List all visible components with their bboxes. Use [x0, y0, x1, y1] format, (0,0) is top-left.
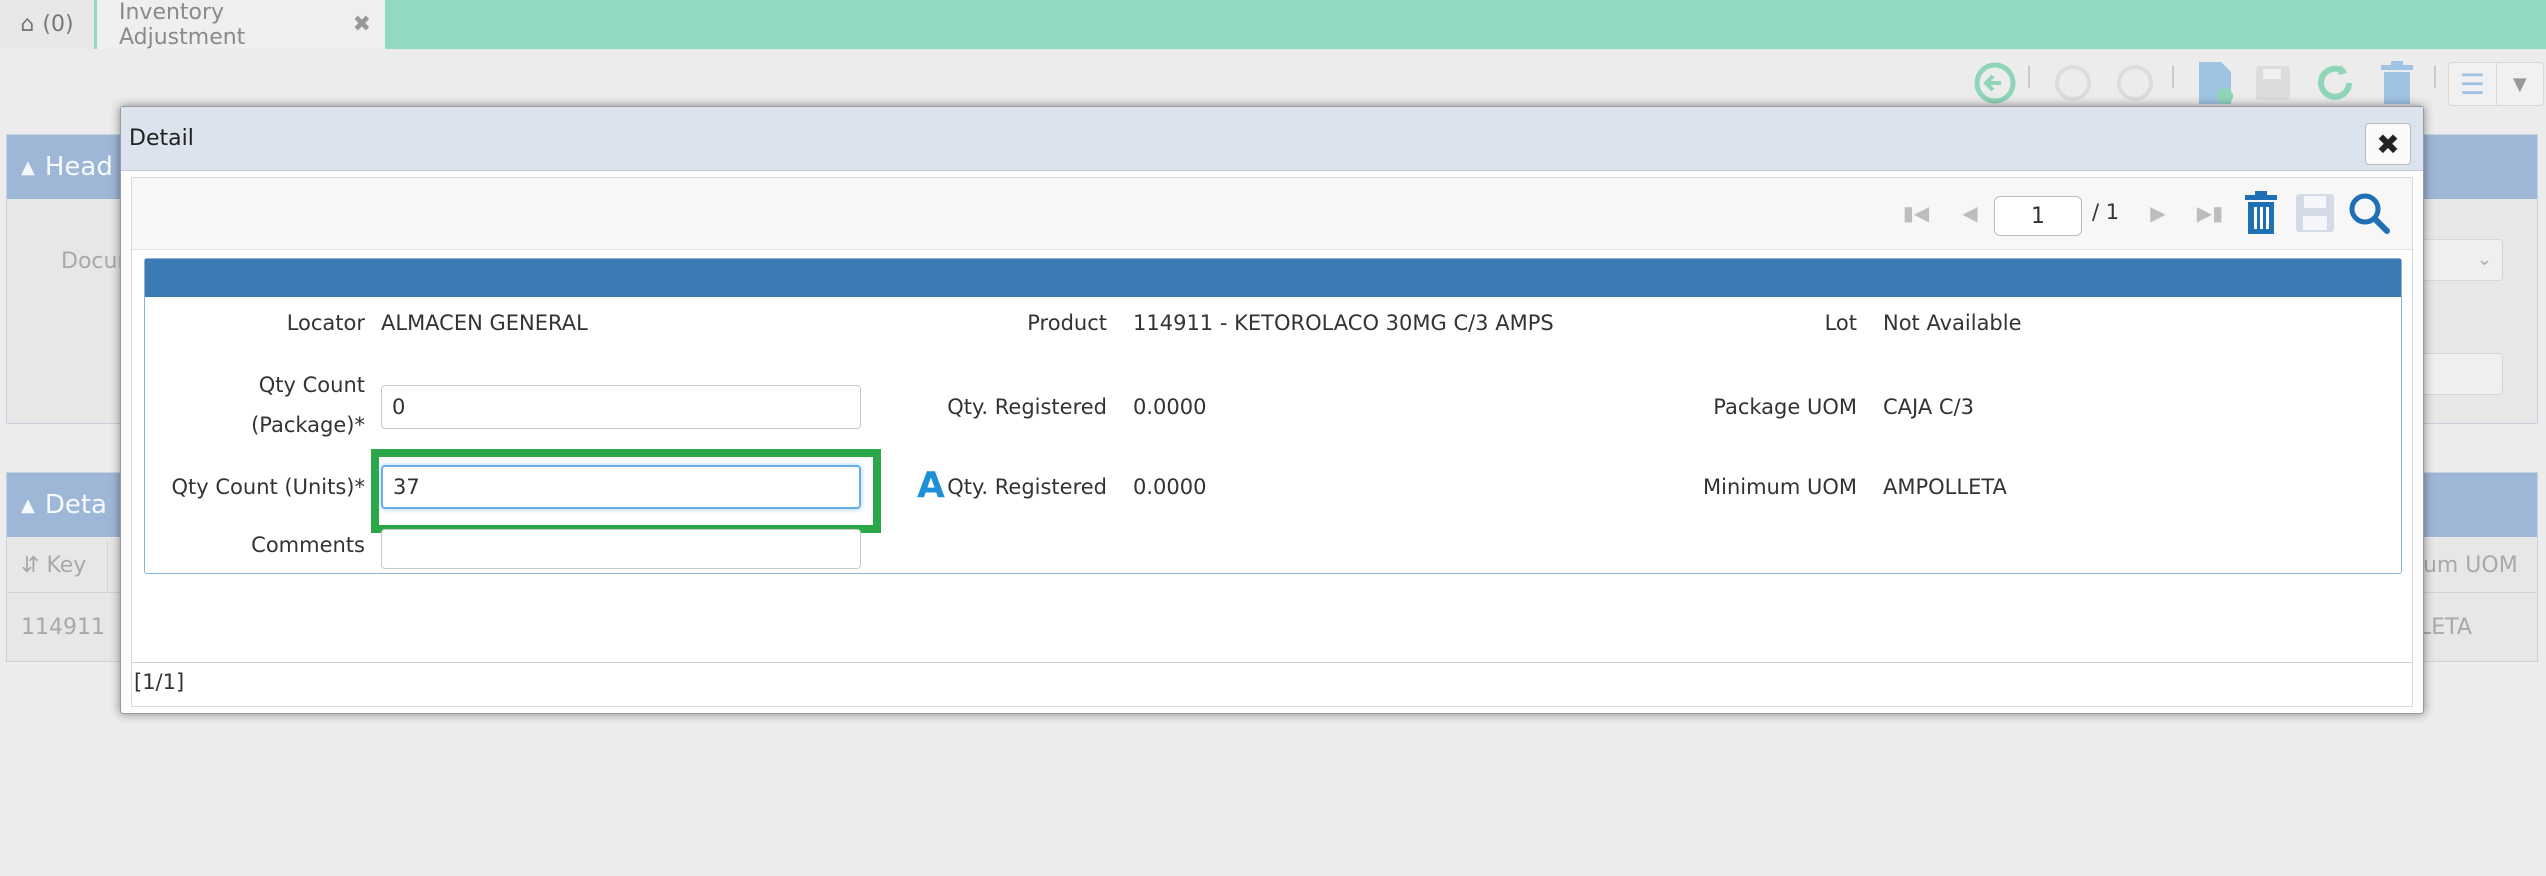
locator-value: ALMACEN GENERAL: [381, 311, 588, 335]
column-divider: [107, 541, 108, 593]
tab-inventory-adjustment[interactable]: Inventory Adjustment ✖: [97, 0, 385, 50]
record-count: [1/1]: [134, 670, 185, 694]
qty-count-units-input[interactable]: [381, 465, 861, 509]
detail-panel-title: Deta: [44, 490, 107, 520]
list-menu-dropdown[interactable]: ☰ ▼: [2448, 62, 2544, 106]
toolbar-separator: [2172, 66, 2174, 88]
qty-registered-label-1: Qty. Registered: [947, 395, 1107, 419]
qty-count-package-label-line1: Qty Count: [258, 373, 365, 397]
lot-value: Not Available: [1883, 311, 2022, 335]
detail-form: Locator ALMACEN GENERAL Product 114911 -…: [144, 258, 2402, 574]
tab-title: Inventory Adjustment: [119, 0, 246, 50]
toolbar-separator: [2028, 66, 2030, 88]
save-icon[interactable]: [2292, 190, 2338, 236]
qty-registered-value-2: 0.0000: [1133, 475, 1207, 499]
record-navigation-bar: ▮◀ ◀ / 1 ▶ ▶▮: [132, 178, 2412, 250]
first-page-icon[interactable]: ▮◀: [1900, 196, 1932, 230]
home-count: (0): [42, 12, 74, 37]
collapse-icon: ▲: [21, 156, 35, 178]
qty-count-package-input[interactable]: [381, 385, 861, 429]
page-number-input[interactable]: [1994, 196, 2082, 236]
close-icon[interactable]: ✖: [353, 12, 371, 37]
caret-down-icon: ▼: [2495, 63, 2544, 105]
qty-registered-value-1: 0.0000: [1133, 395, 1207, 419]
qty-registered-label-2: Qty. Registered: [947, 475, 1107, 499]
product-value: 114911 - KETOROLACO 30MG C/3 AMPS: [1133, 311, 1554, 335]
comments-label: Comments: [251, 533, 365, 557]
toolbar-separator: [2434, 66, 2436, 88]
prev-record-icon[interactable]: [2050, 60, 2096, 106]
comments-input[interactable]: [381, 529, 861, 569]
refresh-icon[interactable]: [2312, 60, 2358, 106]
min-uom-label: Minimum UOM: [1702, 475, 1857, 499]
home-icon: ⌂: [20, 12, 35, 37]
package-uom-value: CAJA C/3: [1883, 395, 1974, 419]
next-page-icon[interactable]: ▶: [2142, 196, 2174, 230]
prev-page-icon[interactable]: ◀: [1954, 196, 1986, 230]
detail-row-key[interactable]: 114911: [21, 615, 105, 640]
product-label: Product: [1027, 311, 1107, 335]
detail-modal: Detail ✖ ▮◀ ◀ / 1 ▶ ▶▮ Locator ALM: [120, 106, 2424, 714]
page-total: / 1: [2092, 200, 2120, 224]
header-panel-title: Head: [44, 152, 113, 182]
back-icon[interactable]: [1972, 60, 2018, 106]
qty-count-package-label: Qty Count (Package)*: [145, 365, 365, 445]
modal-title-bar: Detail: [121, 107, 2423, 171]
qty-count-units-label: Qty Count (Units)*: [171, 475, 365, 499]
search-icon[interactable]: [2346, 190, 2392, 236]
form-header-bar: [145, 259, 2401, 297]
next-record-icon[interactable]: [2112, 60, 2158, 106]
detail-row-min-uom[interactable]: LETA: [2419, 615, 2472, 640]
min-uom-value: AMPOLLETA: [1883, 475, 2007, 499]
modal-title: Detail: [129, 126, 194, 151]
new-document-icon[interactable]: [2192, 60, 2238, 106]
record-status-bar: [1/1]: [132, 662, 2412, 706]
lot-label: Lot: [1824, 311, 1857, 335]
collapse-icon: ▲: [21, 494, 35, 516]
last-page-icon[interactable]: ▶▮: [2194, 196, 2226, 230]
modal-close-button[interactable]: ✖: [2365, 123, 2411, 165]
modal-body: ▮◀ ◀ / 1 ▶ ▶▮ Locator ALMACEN GENERAL Pr…: [131, 177, 2413, 707]
list-icon: ☰: [2459, 67, 2485, 101]
tab-home[interactable]: ⌂ (0): [0, 0, 94, 49]
package-uom-label: Package UOM: [1713, 395, 1857, 419]
qty-count-package-label-line2: (Package)*: [251, 413, 365, 437]
column-header-key[interactable]: ⇵ Key: [21, 553, 86, 578]
trash-icon[interactable]: [2238, 190, 2284, 236]
close-icon: ✖: [2376, 127, 2400, 161]
trash-icon[interactable]: [2374, 60, 2420, 106]
save-icon[interactable]: [2250, 60, 2296, 106]
locator-label: Locator: [286, 311, 365, 335]
column-header-min-uom[interactable]: num UOM: [2409, 553, 2518, 578]
